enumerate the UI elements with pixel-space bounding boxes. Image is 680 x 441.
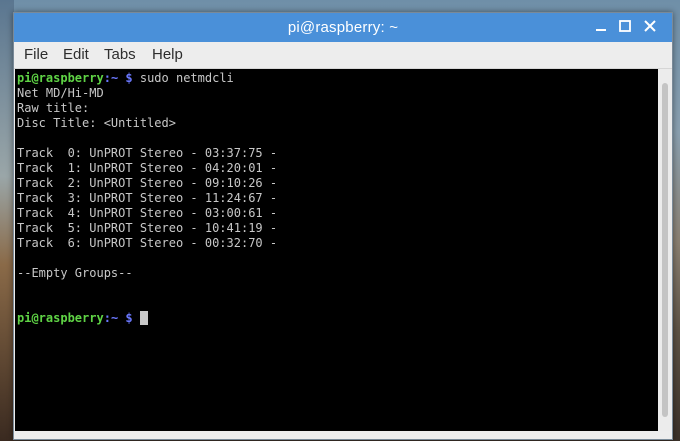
text-cursor: [139, 311, 148, 325]
output-line: Raw title:: [17, 101, 90, 115]
prompt-symbol: $: [118, 311, 133, 325]
menu-tabs[interactable]: Tabs: [102, 45, 138, 64]
menu-edit[interactable]: Edit: [61, 45, 91, 64]
maximize-icon[interactable]: [616, 17, 634, 35]
output-line: Disc Title: <Untitled>: [17, 116, 176, 130]
terminal-window: pi@raspberry: ~ File Edit Tabs Help pi@r…: [13, 12, 673, 440]
track-line: Track 1: UnPROT Stereo - 04:20:01 -: [17, 161, 278, 175]
track-line: Track 3: UnPROT Stereo - 11:24:67 -: [17, 191, 278, 205]
track-line: Track 0: UnPROT Stereo - 03:37:75 -: [17, 146, 278, 160]
command-text: sudo netmdcli: [132, 71, 234, 85]
prompt-separator: :: [103, 311, 111, 325]
groups-line: --Empty Groups--: [17, 266, 133, 280]
prompt-symbol: $: [118, 71, 133, 85]
menu-file[interactable]: File: [22, 45, 50, 64]
track-line: Track 5: UnPROT Stereo - 10:41:19 -: [17, 221, 278, 235]
scrollbar-thumb[interactable]: [662, 83, 668, 417]
prompt-separator: :: [103, 71, 111, 85]
prompt-line: pi@raspberry:~ $: [17, 311, 148, 326]
close-icon[interactable]: [641, 17, 659, 35]
menu-bar: File Edit Tabs Help: [14, 42, 672, 69]
track-line: Track 4: UnPROT Stereo - 03:00:61 -: [17, 206, 278, 220]
output-line: Net MD/Hi-MD: [17, 86, 104, 100]
terminal-output[interactable]: pi@raspberry:~ $ sudo netmdcli Net MD/Hi…: [15, 69, 658, 431]
menu-help[interactable]: Help: [150, 45, 185, 64]
title-bar[interactable]: pi@raspberry: ~: [14, 13, 672, 42]
window-title: pi@raspberry: ~: [287, 19, 399, 36]
prompt-user: pi@raspberry: [17, 71, 104, 85]
track-line: Track 2: UnPROT Stereo - 09:10:26 -: [17, 176, 278, 190]
minimize-icon[interactable]: [592, 17, 610, 35]
command-line: pi@raspberry:~ $ sudo netmdcli: [17, 71, 234, 86]
desktop-wallpaper: [0, 0, 14, 441]
vertical-scrollbar[interactable]: [659, 69, 672, 431]
prompt-user: pi@raspberry: [17, 311, 104, 325]
track-line: Track 6: UnPROT Stereo - 00:32:70 -: [17, 236, 278, 250]
